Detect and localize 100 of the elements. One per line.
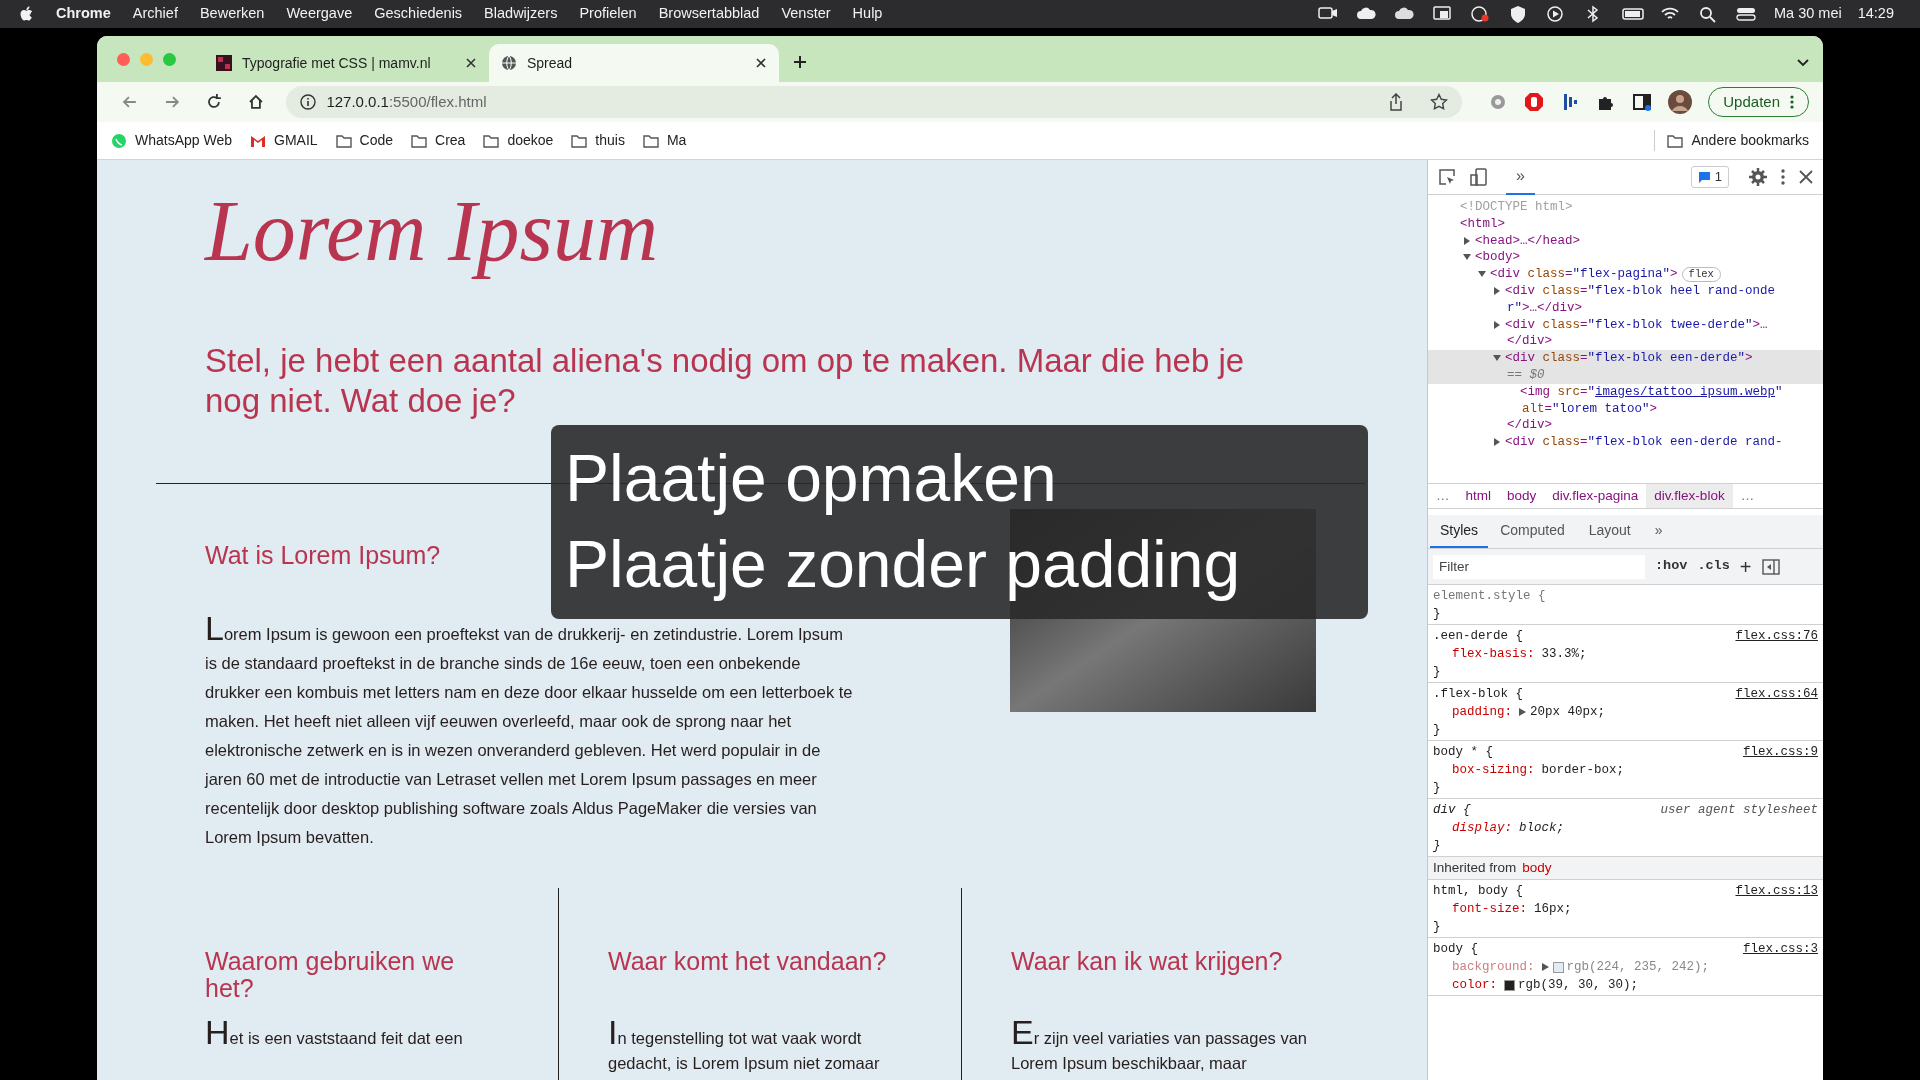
breadcrumb[interactable]: html bbox=[1457, 484, 1499, 508]
dom-node[interactable]: <div class="flex-blok heel rand-onde r">…</div> bbox=[1428, 283, 1823, 317]
bookmark[interactable]: Code bbox=[335, 130, 394, 151]
settings-icon[interactable] bbox=[1749, 168, 1767, 186]
dom-node[interactable]: <div class="flex-blok een-derde"> == $0 bbox=[1428, 350, 1823, 384]
message-icon bbox=[1697, 171, 1711, 183]
avatar-icon[interactable] bbox=[1668, 90, 1693, 114]
menu-item[interactable]: Profielen bbox=[579, 3, 637, 25]
star-icon[interactable] bbox=[1430, 93, 1449, 111]
address-bar[interactable]: 127.0.0.1:5500/flex.html bbox=[286, 86, 1463, 118]
expand-triangle-icon[interactable] bbox=[1541, 963, 1549, 971]
panel-tab[interactable]: Computed bbox=[1488, 515, 1577, 548]
inspect-icon[interactable] bbox=[1438, 168, 1456, 186]
menu-item[interactable]: Browsertabblad bbox=[658, 3, 760, 25]
menu-date[interactable]: Ma 30 mei bbox=[1774, 3, 1842, 25]
menu-item[interactable]: Weergave bbox=[286, 3, 353, 25]
home-icon[interactable] bbox=[246, 93, 265, 111]
color-swatch[interactable] bbox=[1552, 961, 1564, 973]
dom-node[interactable]: <div class="flex-pagina"> flex bbox=[1428, 266, 1823, 283]
dom-node[interactable]: <img src="images/tattoo ipsum.webp" alt="lorem tatoo"> bbox=[1428, 383, 1823, 418]
menu-item[interactable]: Geschiedenis bbox=[374, 3, 463, 25]
triangle-right-icon[interactable] bbox=[1493, 320, 1501, 329]
filter-field[interactable]: Filter bbox=[1433, 554, 1645, 579]
more-tabs-button[interactable]: » bbox=[1506, 160, 1535, 195]
css-selector: .een-derde { bbox=[1433, 628, 1523, 645]
source-link[interactable]: flex.css:9 bbox=[1743, 743, 1818, 761]
css-declaration[interactable]: background: rgb(224, 235, 242); bbox=[1433, 958, 1818, 976]
menu-item[interactable]: Bewerken bbox=[199, 3, 265, 25]
close-icon[interactable] bbox=[1799, 170, 1813, 184]
triangle-right-icon[interactable] bbox=[1493, 287, 1501, 295]
color-swatch[interactable] bbox=[1504, 979, 1515, 991]
source-link[interactable]: flex.css:64 bbox=[1735, 685, 1818, 703]
source-link[interactable]: flex.css:13 bbox=[1735, 882, 1818, 900]
menu-item[interactable]: Venster bbox=[781, 3, 831, 25]
breadcrumb[interactable]: … bbox=[1732, 484, 1763, 508]
bookmark[interactable]: thuis bbox=[571, 130, 625, 151]
expand-triangle-icon[interactable] bbox=[1519, 708, 1526, 716]
intro-text: Stel, je hebt een aantal aliena's nodig om op te maken. Maar die heb je nog niet. Wat doe je? bbox=[205, 341, 1246, 421]
dom-node[interactable]: <div class="flex-blok een-derde rand- bbox=[1428, 434, 1823, 451]
bookmark-folder[interactable]: Andere bookmarks bbox=[1654, 130, 1809, 151]
app-name-menu[interactable]: Chrome bbox=[56, 3, 111, 25]
menu-item[interactable]: Bladwijzers bbox=[484, 3, 558, 25]
css-selector: body { bbox=[1433, 941, 1478, 958]
css-declaration[interactable]: font-size: 16px; bbox=[1433, 900, 1818, 918]
battery-icon[interactable] bbox=[1622, 5, 1644, 23]
dom-node[interactable]: <div class="flex-blok twee-derde">… </div> bbox=[1428, 316, 1823, 351]
css-declaration[interactable]: color: rgb(39, 30, 30); bbox=[1433, 976, 1818, 994]
triangle-right-icon[interactable] bbox=[1493, 438, 1501, 447]
dom-node[interactable]: <body> bbox=[1428, 249, 1823, 267]
browser-tab[interactable]: Spread bbox=[489, 44, 779, 82]
chat-bubble-icon bbox=[111, 132, 127, 149]
css-declaration[interactable]: box-sizing: border-box; bbox=[1433, 761, 1818, 779]
hover-state-button[interactable]: :hov bbox=[1655, 556, 1688, 577]
panel-tab[interactable]: » bbox=[1642, 515, 1675, 548]
chevron-down-icon[interactable] bbox=[1797, 59, 1809, 67]
more-vertical-icon[interactable] bbox=[1781, 169, 1785, 185]
close-icon[interactable] bbox=[465, 57, 477, 69]
bookmark[interactable]: doekoe bbox=[483, 130, 554, 151]
breadcrumb[interactable]: div.flex-blok bbox=[1646, 484, 1733, 508]
breadcrumb[interactable]: body bbox=[1499, 484, 1545, 508]
browser-tab[interactable]: Typografie met CSS | mamv.nl bbox=[204, 44, 489, 82]
device-toggle-icon[interactable] bbox=[1470, 168, 1488, 186]
folder-icon bbox=[642, 132, 659, 149]
source-link[interactable]: flex.css:3 bbox=[1743, 940, 1818, 958]
more-vertical-icon bbox=[1790, 95, 1794, 109]
class-button[interactable]: .cls bbox=[1697, 556, 1730, 577]
css-declaration[interactable]: display: block; bbox=[1433, 819, 1818, 837]
new-rule-button[interactable]: + bbox=[1739, 556, 1752, 577]
triangle-down-icon[interactable] bbox=[1493, 354, 1501, 363]
close-icon[interactable] bbox=[755, 57, 767, 69]
bookmark[interactable]: Ma bbox=[642, 130, 687, 151]
breadcrumb[interactable]: div.flex-pagina bbox=[1544, 484, 1647, 508]
side-panel-icon[interactable] bbox=[1632, 92, 1653, 112]
sidebar-toggle-icon[interactable] bbox=[1761, 558, 1780, 575]
monitor-icon[interactable] bbox=[1432, 5, 1454, 23]
dom-node[interactable]: <html> bbox=[1428, 215, 1823, 233]
bookmark[interactable]: Crea bbox=[411, 130, 466, 151]
css-declaration[interactable]: padding: 20px 40px; bbox=[1433, 703, 1818, 721]
inherited-source[interactable]: body bbox=[1522, 859, 1552, 877]
menu-item[interactable]: Hulp bbox=[852, 3, 883, 25]
source-link[interactable]: flex.css:76 bbox=[1735, 627, 1818, 645]
bookmark[interactable]: WhatsApp Web bbox=[111, 130, 232, 151]
closing-brace: } bbox=[1433, 780, 1442, 797]
closing-brace: } bbox=[1433, 722, 1442, 739]
stop-sign-icon[interactable] bbox=[1524, 92, 1545, 112]
triangle-down-icon[interactable] bbox=[1478, 270, 1486, 279]
issues-button[interactable]: 1 bbox=[1690, 166, 1729, 188]
plus-icon[interactable] bbox=[793, 55, 807, 69]
menu-clock[interactable]: 14:29 bbox=[1857, 3, 1894, 25]
menu-item[interactable]: Archief bbox=[132, 3, 178, 25]
apple-logo-icon[interactable] bbox=[20, 6, 34, 22]
css-declaration[interactable]: flex-basis: 33.3%; bbox=[1433, 645, 1818, 663]
share-icon[interactable] bbox=[1388, 93, 1405, 111]
triangle-down-icon[interactable] bbox=[1463, 253, 1471, 262]
bookmark[interactable]: GMAIL bbox=[250, 130, 318, 151]
dom-node[interactable]: <head>…</head> bbox=[1428, 232, 1823, 250]
breadcrumb[interactable]: … bbox=[1428, 484, 1458, 508]
triangle-right-icon[interactable] bbox=[1463, 236, 1471, 245]
control-center-icon[interactable] bbox=[1736, 5, 1758, 23]
panel-tab[interactable]: Layout bbox=[1576, 515, 1643, 548]
